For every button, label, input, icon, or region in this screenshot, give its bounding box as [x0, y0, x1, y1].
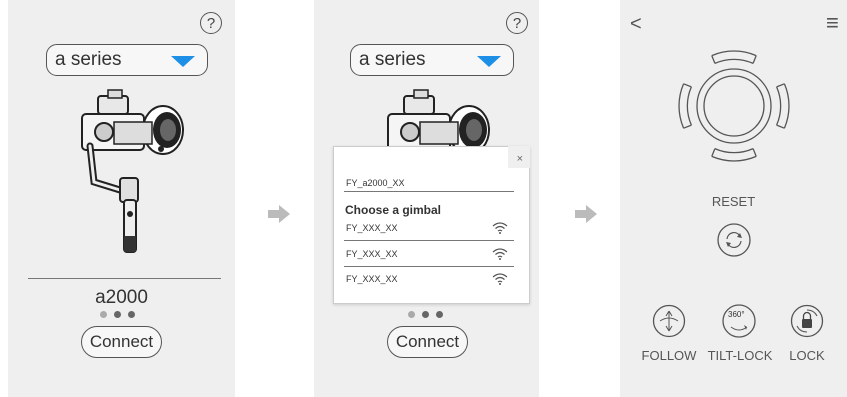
page-indicator: [100, 311, 135, 318]
back-icon[interactable]: <: [630, 14, 642, 34]
wifi-icon: [492, 248, 508, 260]
reset-label: RESET: [711, 194, 756, 209]
divider: [28, 278, 221, 279]
lock-icon[interactable]: [790, 304, 824, 338]
tilt-lock-badge: 360°: [728, 310, 745, 319]
follow-icon[interactable]: [652, 304, 686, 338]
tilt-lock-label: TILT-LOCK: [707, 348, 773, 363]
model-name: a2000: [95, 287, 148, 308]
series-select-value: a series: [359, 49, 426, 70]
device-name: FY_XXX_XX: [346, 249, 398, 259]
page-dot: [436, 311, 443, 318]
device-name: FY_XXX_XX: [346, 223, 398, 233]
page-indicator: [408, 311, 443, 318]
control-screen: < ≡ RESET FOLLOW 360° TILT-LOCK LOCK: [620, 0, 847, 397]
divider: [344, 191, 514, 192]
joystick-pad[interactable]: [676, 48, 792, 164]
series-select-value: a series: [55, 49, 122, 70]
connect-button[interactable]: Connect: [387, 326, 468, 358]
lock-label: LOCK: [789, 348, 825, 363]
help-icon[interactable]: ?: [506, 12, 528, 34]
arrow-right-icon: [575, 205, 597, 223]
page-dot: [128, 311, 135, 318]
series-select[interactable]: a series: [46, 44, 208, 76]
dropdown-arrow-icon: [171, 56, 195, 67]
gimbal-image: [81, 89, 184, 253]
popup-heading: Choose a gimbal: [345, 203, 442, 217]
connected-device: FY_a2000_XX: [346, 178, 405, 188]
page-dot: [408, 311, 415, 318]
connect-button[interactable]: Connect: [81, 326, 162, 358]
device-name: FY_XXX_XX: [346, 274, 398, 284]
device-select-screen: ? a series a2000 Connect: [8, 0, 235, 397]
follow-label: FOLLOW: [641, 348, 697, 363]
menu-icon[interactable]: ≡: [826, 12, 839, 34]
wifi-icon: [492, 222, 508, 234]
gimbal-popup: × FY_a2000_XX Choose a gimbal FY_XXX_XX …: [333, 146, 530, 304]
series-select[interactable]: a series: [350, 44, 514, 76]
arrow-right-icon: [268, 205, 290, 223]
divider: [344, 266, 514, 267]
page-dot: [422, 311, 429, 318]
dropdown-arrow-icon: [477, 56, 501, 67]
gimbal-list-screen: ? a series × FY_a2000_XX Choose a gimbal…: [314, 0, 539, 397]
help-icon[interactable]: ?: [200, 12, 222, 34]
page-dot: [114, 311, 121, 318]
page-dot: [100, 311, 107, 318]
wifi-icon: [492, 273, 508, 285]
close-icon[interactable]: ×: [517, 153, 523, 165]
tilt-lock-icon[interactable]: [722, 303, 756, 339]
divider: [344, 240, 514, 241]
reset-button[interactable]: [716, 222, 752, 258]
